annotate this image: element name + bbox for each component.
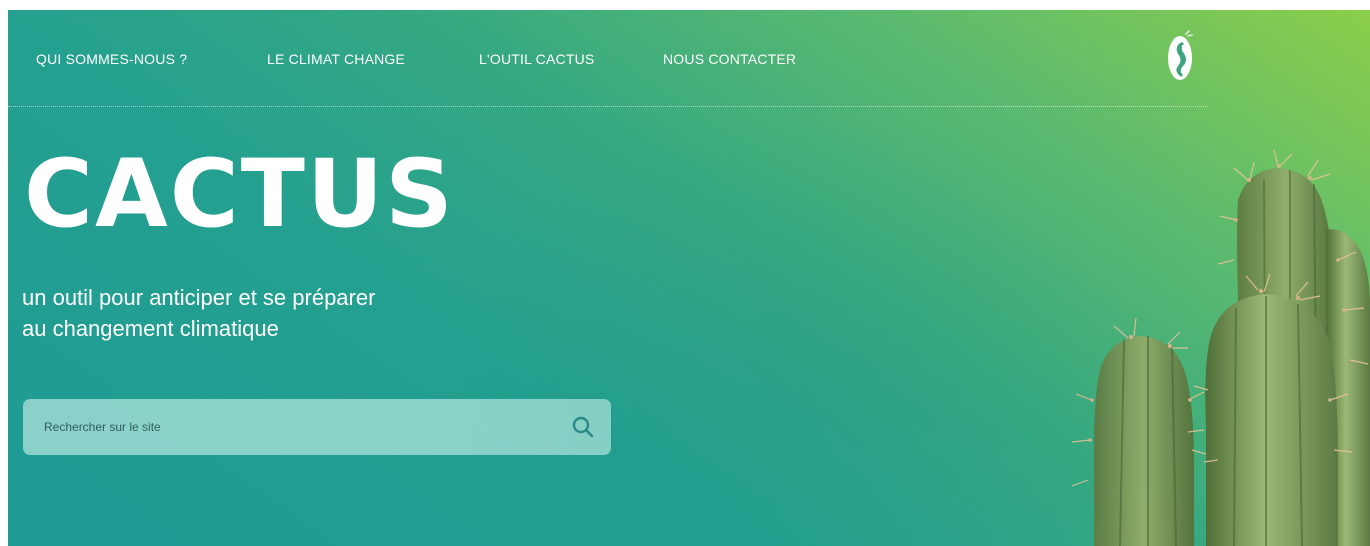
search-form (23, 399, 611, 455)
search-icon (572, 416, 594, 438)
page-title: CACTUS (24, 140, 455, 249)
nav-link-qui-sommes-nous[interactable]: QUI SOMMES-NOUS ? (36, 51, 187, 67)
hero-subtitle-line-2: au changement climatique (22, 316, 279, 341)
top-navigation: QUI SOMMES-NOUS ? LE CLIMAT CHANGE L'OUT… (8, 10, 1208, 107)
hero-subtitle: un outil pour anticiper et se préparer a… (22, 282, 502, 344)
search-button[interactable] (569, 413, 597, 441)
cactus-photo (1071, 149, 1370, 546)
nav-link-le-climat-change[interactable]: LE CLIMAT CHANGE (267, 51, 405, 67)
search-input[interactable] (23, 399, 543, 455)
nav-link-nous-contacter[interactable]: NOUS CONTACTER (663, 51, 796, 67)
hero-subtitle-line-1: un outil pour anticiper et se préparer (22, 285, 376, 310)
nav-link-outil-cactus[interactable]: L'OUTIL CACTUS (479, 51, 594, 67)
hero-banner: QUI SOMMES-NOUS ? LE CLIMAT CHANGE L'OUT… (8, 10, 1370, 546)
seahorse-logo-icon[interactable] (1160, 28, 1200, 86)
